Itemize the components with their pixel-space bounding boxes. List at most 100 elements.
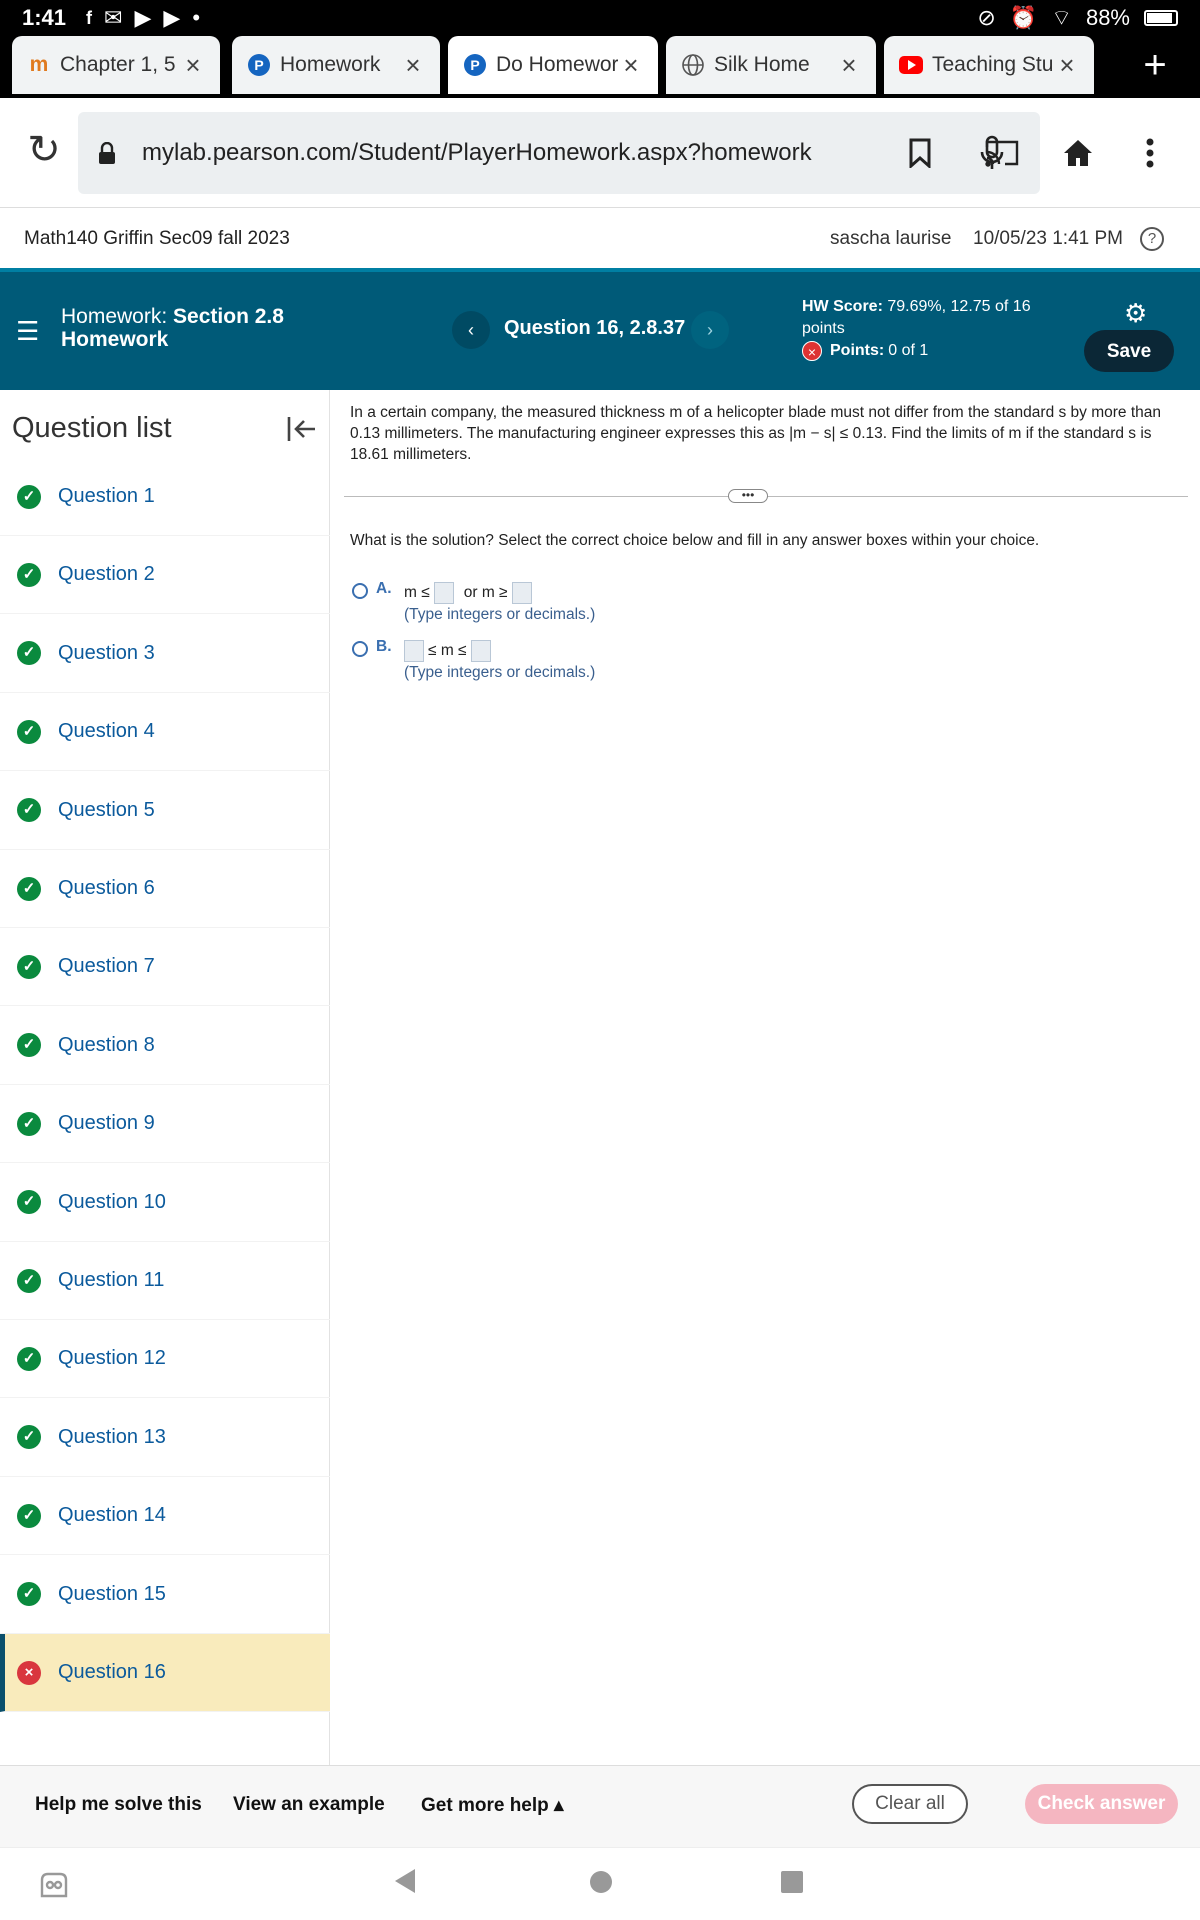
question-list-item[interactable]: ✓ Question 11	[0, 1242, 330, 1320]
battery-percent: 88%	[1085, 5, 1130, 30]
url-bar[interactable]: mylab.pearson.com/Student/PlayerHomework…	[78, 112, 1040, 194]
browser-tab-homework[interactable]: P Homework ×	[232, 36, 440, 94]
question-list-item[interactable]: × Question 16	[0, 1634, 330, 1712]
question-list-panel: Question list ✓ Question 1 ✓ Question 2 ✓ Que…	[0, 390, 330, 1765]
incorrect-icon: ×	[802, 341, 822, 361]
answer-box-a1[interactable]	[433, 582, 454, 604]
help-me-solve-link[interactable]: Help me solve this	[35, 1794, 202, 1816]
close-icon[interactable]: ×	[618, 50, 644, 81]
course-header: Math140 Griffin Sec09 fall 2023 sascha l…	[0, 208, 1200, 270]
question-list-item[interactable]: ✓ Question 5	[0, 772, 330, 850]
help-icon[interactable]: ?	[1140, 226, 1164, 251]
question-list-item[interactable]: ✓ Question 3	[0, 615, 330, 693]
question-list-item-label: Question 8	[58, 1033, 155, 1056]
home-icon[interactable]	[1056, 131, 1100, 175]
question-label: Question 16, 2.8.37	[504, 317, 686, 339]
close-icon[interactable]: ×	[180, 50, 206, 81]
checkmark-icon: ✓	[17, 562, 41, 587]
question-list-item-label: Question 14	[58, 1504, 166, 1527]
question-list-item[interactable]: ✓ Question 13	[0, 1399, 330, 1477]
question-list-item[interactable]: ✓ Question 7	[0, 928, 330, 1007]
question-list-item[interactable]: ✓ Question 4	[0, 693, 330, 772]
homework-title: Homework: Section 2.8 Homework	[61, 305, 284, 351]
back-icon[interactable]	[393, 1868, 417, 1902]
close-icon[interactable]: ×	[400, 50, 426, 81]
checkmark-icon: ✓	[17, 1503, 41, 1528]
question-list-heading: Question list	[12, 412, 172, 444]
answer-box-a2[interactable]	[511, 582, 532, 604]
status-bar: 1:41 f ✉ ▶ ▶ • ⊘ ⏰ ⌔ 88%	[0, 0, 1200, 36]
wifi-icon: ⌔	[1051, 5, 1072, 30]
question-list-item-label: Question 3	[58, 641, 155, 664]
browser-tab-teaching[interactable]: Teaching Stu ×	[884, 36, 1094, 94]
reload-icon[interactable]: ↻	[22, 128, 66, 172]
question-text: In a certain company, the measured thick…	[350, 404, 1162, 463]
hamburger-menu-icon[interactable]: ☰	[16, 316, 39, 347]
youtube-icon	[898, 52, 924, 78]
question-list-item[interactable]: ✓ Question 15	[0, 1556, 330, 1634]
recents-icon[interactable]	[780, 1868, 804, 1902]
question-list-item[interactable]: ✓ Question 9	[0, 1085, 330, 1164]
user-name: sascha laurise	[830, 227, 952, 249]
points-status: × Points: 0 of 1	[802, 341, 928, 361]
resize-handle[interactable]: •••	[728, 489, 768, 503]
question-list-item[interactable]: ✓ Question 14	[0, 1477, 330, 1556]
browser-tab-do-homework[interactable]: P Do Homewor ×	[448, 36, 658, 94]
question-list-item-label: Question 9	[58, 1112, 155, 1135]
checkmark-icon: ✓	[17, 1111, 41, 1136]
radio-choice-a[interactable]	[352, 583, 368, 599]
get-more-help-link[interactable]: Get more help ▴	[421, 1794, 564, 1817]
question-list-item[interactable]: ✓ Question 6	[0, 850, 330, 928]
question-list-item[interactable]: ✓ Question 1	[0, 458, 330, 536]
checkmark-icon: ✓	[17, 1190, 41, 1215]
globe-icon	[680, 52, 706, 78]
view-example-link[interactable]: View an example	[233, 1794, 385, 1816]
microphone-icon[interactable]	[970, 131, 1014, 175]
svg-text:P: P	[470, 57, 479, 73]
question-list-item-label: Question 10	[58, 1190, 166, 1213]
new-tab-button[interactable]: +	[1110, 36, 1200, 94]
play-notification-icon-2: ▶	[163, 5, 181, 30]
close-icon[interactable]: ×	[836, 50, 862, 81]
incorrect-icon: ×	[17, 1660, 41, 1685]
question-list-item-label: Question 12	[58, 1347, 166, 1370]
checkmark-icon: ✓	[17, 484, 41, 509]
choice-a-hint: (Type integers or decimals.)	[404, 606, 596, 623]
clear-all-button[interactable]: Clear all	[852, 1784, 968, 1824]
question-list-item-label: Question 11	[58, 1269, 165, 1291]
save-button[interactable]: Save	[1084, 330, 1174, 372]
checkmark-icon: ✓	[17, 1425, 41, 1450]
radio-choice-b[interactable]	[352, 641, 368, 657]
question-list-item[interactable]: ✓ Question 8	[0, 1007, 330, 1085]
answer-box-b2[interactable]	[470, 640, 491, 662]
question-list-item-label: Question 4	[58, 720, 155, 743]
bottom-action-bar: Help me solve this View an example Get m…	[0, 1765, 1200, 1847]
apps-icon[interactable]	[38, 1868, 70, 1906]
next-question-button[interactable]: ›	[691, 311, 729, 349]
alarm-icon: ⏰	[1009, 5, 1038, 30]
question-list-item[interactable]: ✓ Question 10	[0, 1164, 330, 1242]
check-answer-button[interactable]: Check answer	[1025, 1784, 1178, 1824]
browser-tab-chapter[interactable]: m Chapter 1, 5 a ×	[12, 36, 220, 94]
bookmark-icon[interactable]	[898, 131, 942, 175]
course-name: Math140 Griffin Sec09 fall 2023	[24, 227, 290, 249]
play-notification-icon: ▶	[134, 5, 152, 30]
system-nav-bar	[0, 1847, 1200, 1920]
answer-box-b1[interactable]	[404, 640, 424, 662]
more-menu-icon[interactable]	[1128, 131, 1172, 175]
choice-b-hint: (Type integers or decimals.)	[404, 664, 596, 681]
battery-icon	[1144, 10, 1178, 26]
collapse-panel-icon[interactable]	[286, 414, 316, 452]
browser-tab-silk-home[interactable]: Silk Home ×	[666, 36, 876, 94]
close-icon[interactable]: ×	[1054, 50, 1080, 81]
checkmark-icon: ✓	[17, 1346, 41, 1371]
settings-gear-icon[interactable]: ⚙	[1124, 298, 1147, 329]
checkmark-icon: ✓	[17, 719, 41, 744]
question-list-item[interactable]: ✓ Question 12	[0, 1320, 330, 1399]
previous-question-button[interactable]: ‹	[452, 311, 490, 349]
question-list-item-label: Question 5	[58, 798, 155, 821]
hw-score: HW Score: 79.69%, 12.75 of 16 points	[802, 298, 1031, 337]
home-circle-icon[interactable]	[589, 1868, 613, 1902]
pearson-icon: P	[246, 52, 272, 78]
question-list-item[interactable]: ✓ Question 2	[0, 536, 330, 615]
